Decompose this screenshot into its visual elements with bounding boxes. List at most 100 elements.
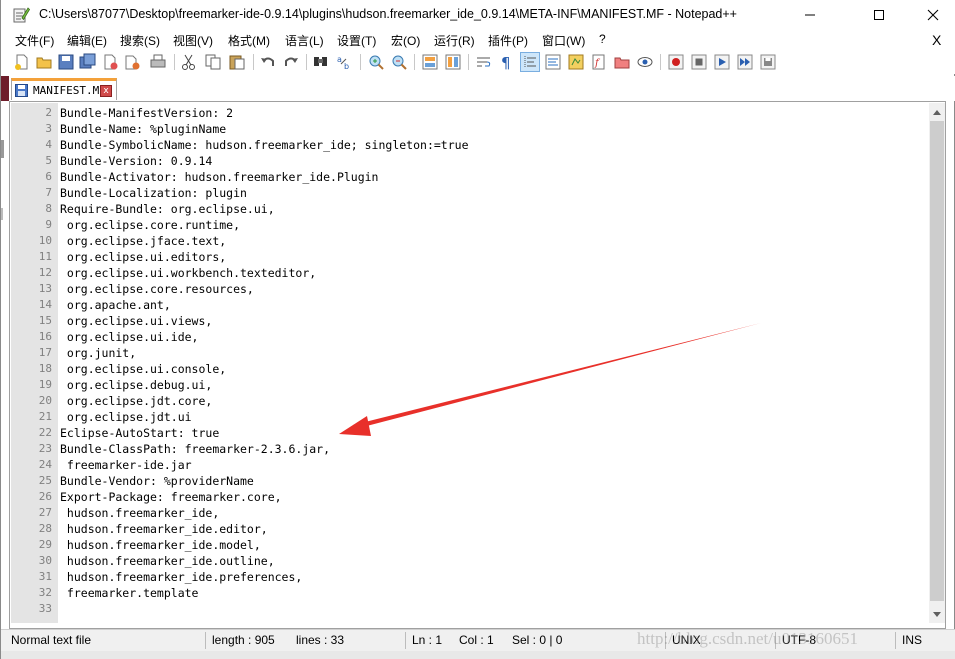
- line-number: 25: [38, 474, 52, 487]
- line-number: 28: [38, 522, 52, 535]
- sync-horizontal-icon[interactable]: [444, 53, 462, 71]
- save-icon[interactable]: [57, 53, 75, 71]
- replace-icon[interactable]: ab: [336, 53, 354, 71]
- save-all-icon[interactable]: [79, 53, 97, 71]
- copy-icon[interactable]: [204, 53, 222, 71]
- close-window-button[interactable]: [910, 0, 955, 30]
- line-number: 33: [38, 602, 52, 615]
- line-number: 2: [45, 106, 52, 119]
- code-line[interactable]: org.eclipse.ui.workbench.texteditor,: [60, 265, 316, 281]
- code-line[interactable]: Require-Bundle: org.eclipse.ui,: [60, 201, 275, 217]
- undo-icon[interactable]: [259, 53, 277, 71]
- code-line[interactable]: org.apache.ant,: [60, 297, 171, 313]
- code-line[interactable]: Bundle-Name: %pluginName: [60, 121, 226, 137]
- open-file-icon[interactable]: [35, 53, 53, 71]
- user-defined-lang-icon[interactable]: [544, 53, 562, 71]
- code-line[interactable]: org.eclipse.jface.text,: [60, 233, 226, 249]
- redo-icon[interactable]: [282, 53, 300, 71]
- line-number-gutter[interactable]: 2 3 4 5 6 7 8 9 10 11 12 13 14 15 16 17 18 19 20 21 22 23 24 25…: [11, 103, 58, 623]
- code-line[interactable]: org.eclipse.debug.ui,: [60, 377, 212, 393]
- code-line[interactable]: Bundle-ClassPath: freemarker-2.3.6.jar,: [60, 441, 330, 457]
- menu-view[interactable]: 视图(V): [173, 32, 213, 49]
- code-line[interactable]: hudson.freemarker_ide.model,: [60, 537, 261, 553]
- line-number: 5: [45, 154, 52, 167]
- code-line[interactable]: freemarker-ide.jar: [60, 457, 192, 473]
- code-line[interactable]: org.eclipse.jdt.ui: [60, 409, 192, 425]
- record-macro-icon[interactable]: [667, 53, 685, 71]
- menu-help[interactable]: ?: [599, 32, 606, 46]
- close-document-button[interactable]: X: [932, 32, 941, 48]
- code-line[interactable]: org.eclipse.core.resources,: [60, 281, 254, 297]
- code-line[interactable]: org.eclipse.ui.editors,: [60, 249, 226, 265]
- menu-plugins[interactable]: 插件(P): [488, 32, 528, 49]
- code-line[interactable]: Bundle-ManifestVersion: 2: [60, 105, 233, 121]
- play-macro-icon[interactable]: [713, 53, 731, 71]
- code-text-area[interactable]: Bundle-ManifestVersion: 2 Bundle-Name: %p…: [60, 103, 926, 623]
- taskbar-strip: [1, 651, 955, 659]
- find-icon[interactable]: [312, 53, 330, 71]
- close-all-icon[interactable]: [123, 53, 141, 71]
- code-line[interactable]: hudson.freemarker_ide,: [60, 505, 219, 521]
- print-icon[interactable]: [149, 53, 167, 71]
- minimize-icon: [805, 14, 815, 16]
- zoom-out-icon[interactable]: [390, 53, 408, 71]
- scroll-down-button[interactable]: [929, 606, 945, 623]
- menu-file[interactable]: 文件(F): [15, 32, 54, 49]
- status-insert-mode[interactable]: INS: [902, 633, 922, 647]
- menu-settings[interactable]: 设置(T): [337, 32, 376, 49]
- code-line[interactable]: org.eclipse.ui.console,: [60, 361, 226, 377]
- menu-format[interactable]: 格式(M): [228, 32, 270, 49]
- code-line[interactable]: Eclipse-AutoStart: true: [60, 425, 219, 441]
- maximize-icon: [874, 10, 884, 20]
- title-bar[interactable]: C:\Users\87077\Desktop\freemarker-ide-0.…: [1, 0, 955, 30]
- line-number: 4: [45, 138, 52, 151]
- code-line[interactable]: Bundle-SymbolicName: hudson.freemarker_i…: [60, 137, 469, 153]
- new-file-icon[interactable]: [13, 53, 31, 71]
- run-macro-multiple-icon[interactable]: [736, 53, 754, 71]
- code-line[interactable]: hudson.freemarker_ide.editor,: [60, 521, 268, 537]
- word-wrap-icon[interactable]: [475, 53, 493, 71]
- code-line[interactable]: org.eclipse.ui.views,: [60, 313, 212, 329]
- close-file-icon[interactable]: [101, 53, 119, 71]
- vertical-scrollbar[interactable]: [929, 103, 945, 623]
- line-number: 21: [38, 410, 52, 423]
- maximize-button[interactable]: [856, 0, 902, 30]
- code-line[interactable]: hudson.freemarker_ide.outline,: [60, 553, 275, 569]
- code-line[interactable]: Bundle-Activator: hudson.freemarker_ide.…: [60, 169, 379, 185]
- code-line[interactable]: freemarker.template: [60, 585, 199, 601]
- monitoring-icon[interactable]: [636, 53, 654, 71]
- menu-language[interactable]: 语言(L): [285, 32, 324, 49]
- function-list-icon[interactable]: f: [590, 53, 608, 71]
- menu-macro[interactable]: 宏(O): [391, 32, 420, 49]
- code-line[interactable]: org.eclipse.jdt.core,: [60, 393, 212, 409]
- minimize-button[interactable]: [787, 0, 833, 30]
- menu-run[interactable]: 运行(R): [434, 32, 475, 49]
- editor-area[interactable]: 2 3 4 5 6 7 8 9 10 11 12 13 14 15 16 17 18 19 20 21 22 23 24 25…: [9, 101, 946, 629]
- code-line[interactable]: org.eclipse.ui.ide,: [60, 329, 199, 345]
- code-line[interactable]: Bundle-Vendor: %providerName: [60, 473, 254, 489]
- sync-vertical-icon[interactable]: [421, 53, 439, 71]
- code-line[interactable]: Export-Package: freemarker.core,: [60, 489, 282, 505]
- doc-map-icon[interactable]: [567, 53, 585, 71]
- code-line[interactable]: hudson.freemarker_ide.preferences,: [60, 569, 302, 585]
- paste-icon[interactable]: [228, 53, 246, 71]
- stop-macro-icon[interactable]: [690, 53, 708, 71]
- code-line[interactable]: org.eclipse.core.runtime,: [60, 217, 240, 233]
- save-macro-icon[interactable]: [759, 53, 777, 71]
- menu-edit[interactable]: 编辑(E): [67, 32, 107, 49]
- cut-icon[interactable]: [180, 53, 198, 71]
- indent-guide-icon[interactable]: [520, 52, 540, 72]
- code-line[interactable]: org.junit,: [60, 345, 136, 361]
- folder-workspace-icon[interactable]: [613, 53, 631, 71]
- scroll-up-button[interactable]: [929, 103, 945, 120]
- zoom-in-icon[interactable]: [367, 53, 385, 71]
- tab-close-button[interactable]: x: [100, 85, 112, 97]
- tab-manifest[interactable]: MANIFEST.MF x: [11, 78, 117, 100]
- svg-text:b: b: [344, 62, 349, 71]
- menu-search[interactable]: 搜索(S): [120, 32, 160, 49]
- code-line[interactable]: Bundle-Version: 0.9.14: [60, 153, 212, 169]
- code-line[interactable]: Bundle-Localization: plugin: [60, 185, 247, 201]
- scroll-thumb[interactable]: [930, 121, 944, 601]
- menu-window[interactable]: 窗口(W): [542, 32, 585, 49]
- show-all-chars-icon[interactable]: ¶: [498, 53, 516, 71]
